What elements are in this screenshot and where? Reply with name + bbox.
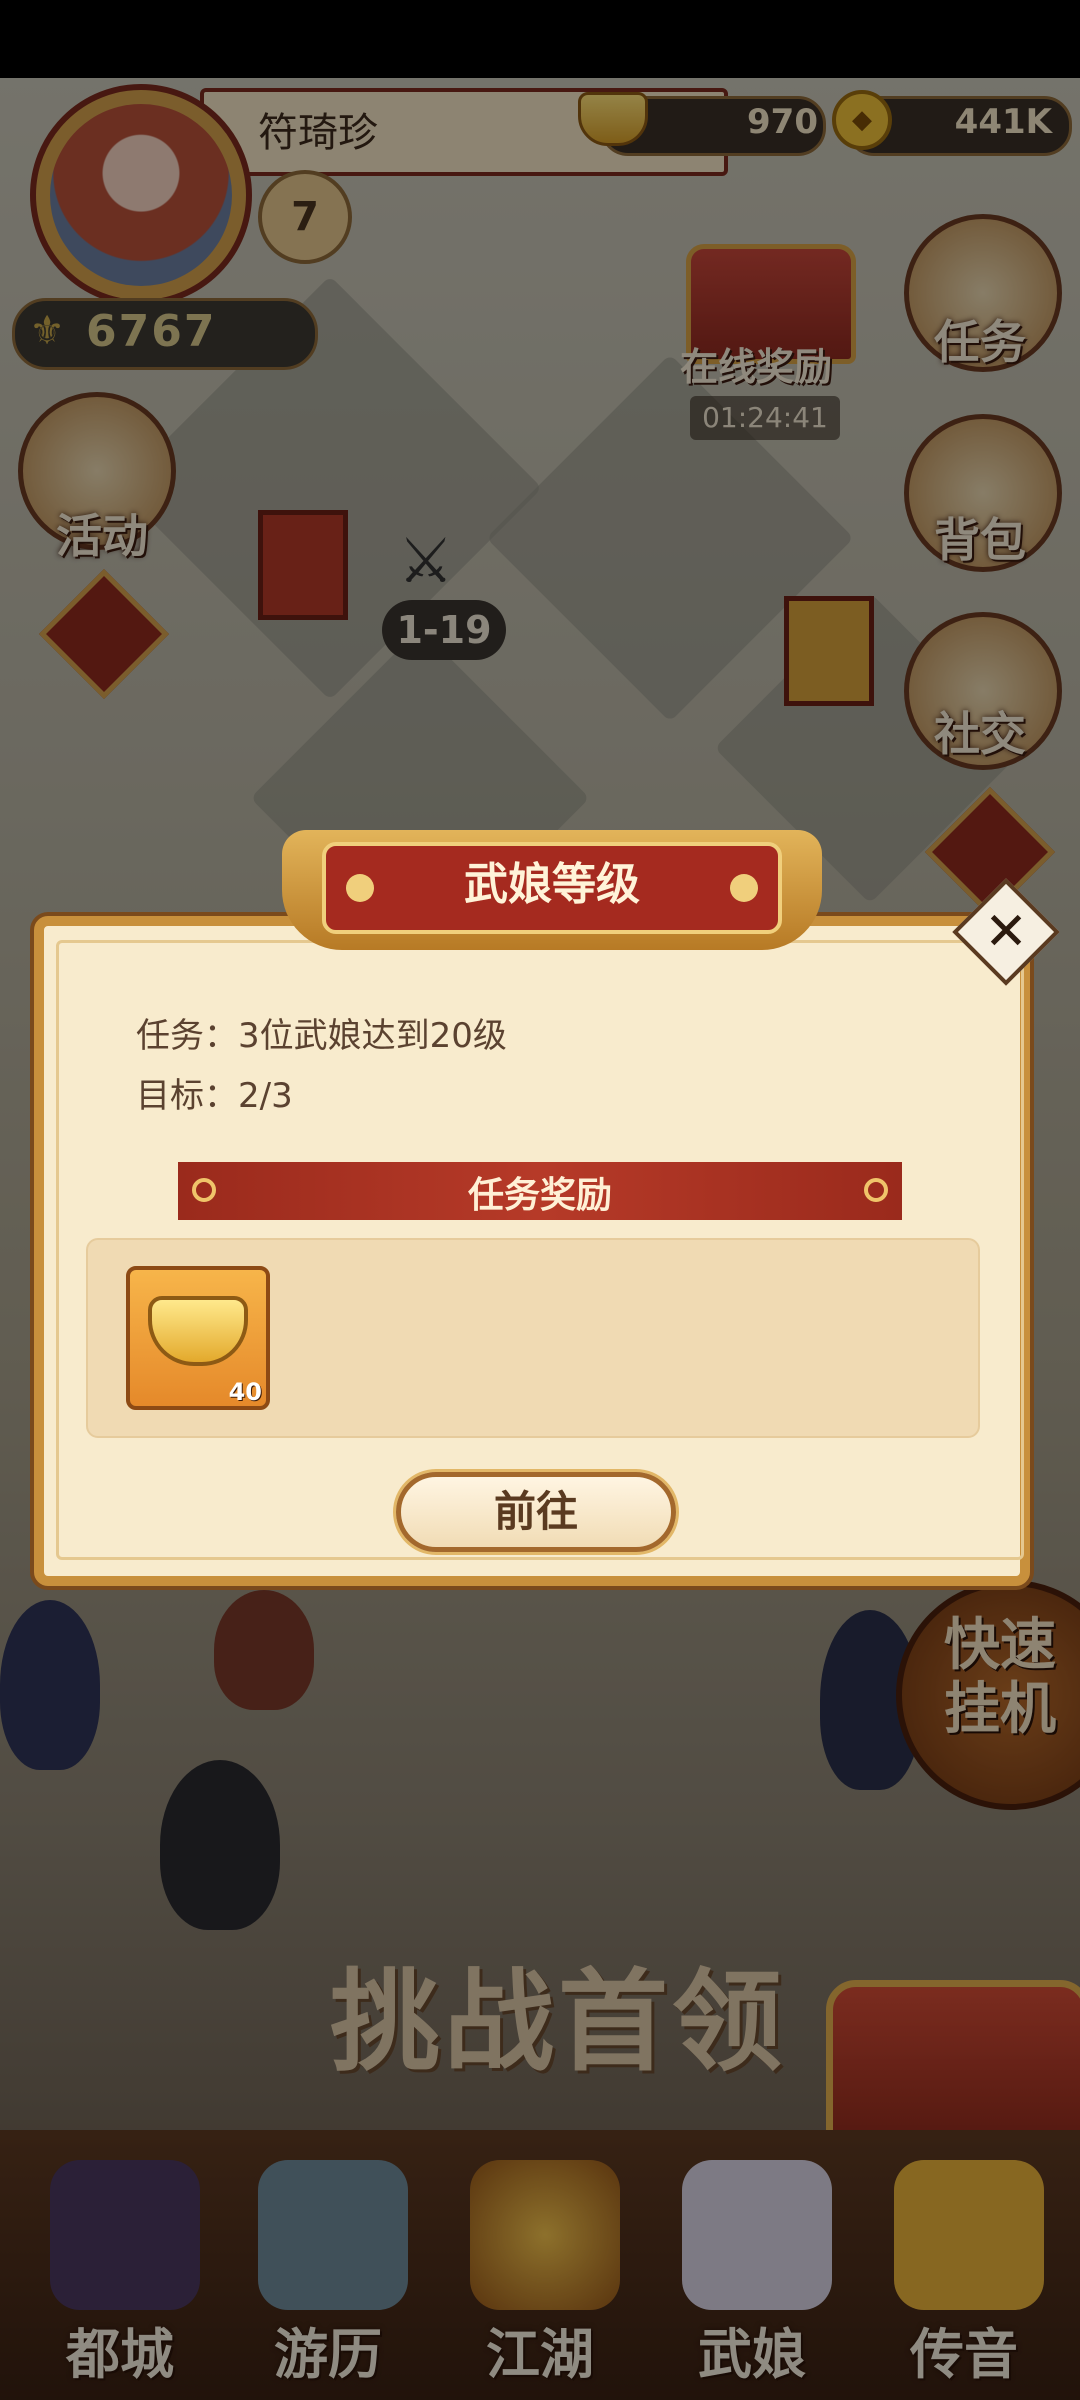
reward-count: 40 (228, 1378, 262, 1406)
close-icon[interactable]: ✕ (968, 894, 1044, 970)
task-progress: 目标：2/3 (136, 1076, 293, 1116)
task-description: 任务：3位武娘达到20级 (136, 1016, 507, 1056)
go-button-label[interactable]: 前往 (396, 1474, 676, 1550)
dialog-title: 武娘等级 (464, 859, 640, 910)
reward-header-label: 任务奖励 (467, 1175, 612, 1216)
